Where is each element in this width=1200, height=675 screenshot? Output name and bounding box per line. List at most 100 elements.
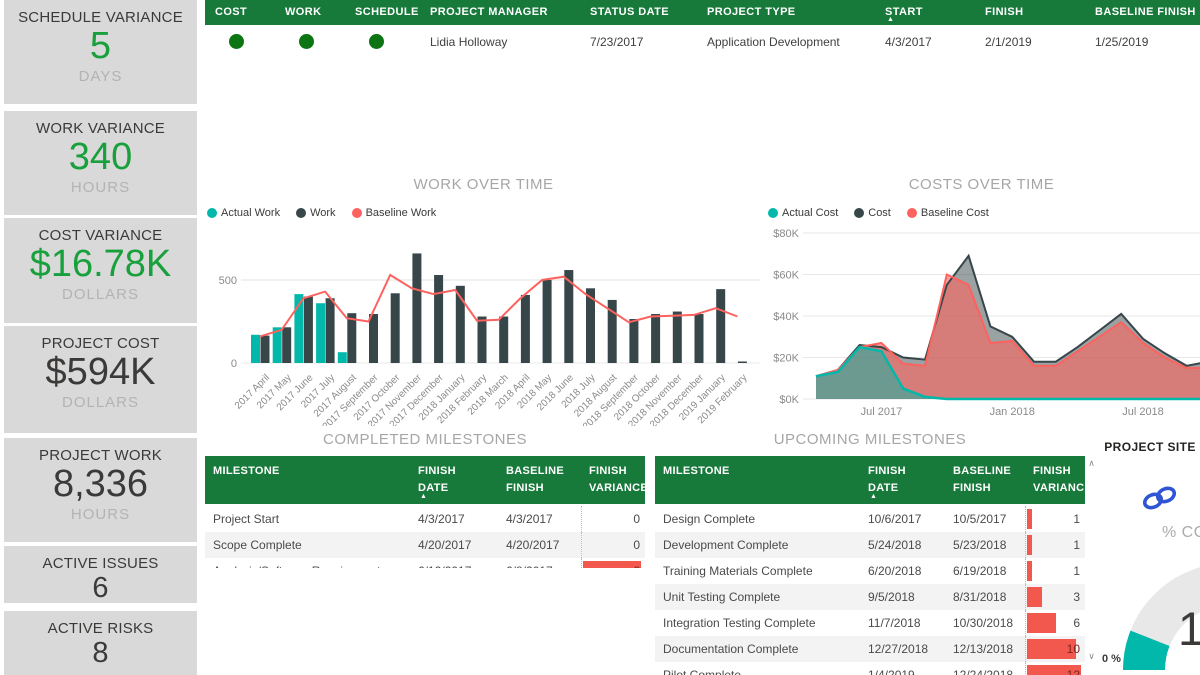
upcoming-milestones-scrollbar[interactable]: ∧ ∨ (1085, 456, 1098, 664)
table-cell: 12/13/2018 (945, 636, 1025, 662)
svg-text:$20K: $20K (773, 353, 799, 365)
column-header-finish-date[interactable]: FINISHDATE▲ (860, 456, 945, 504)
variance-value: 0 (633, 506, 640, 532)
legend-label: Baseline Work (366, 207, 437, 219)
column-header-cost[interactable]: COST (205, 0, 275, 25)
scroll-up-icon[interactable]: ∧ (1085, 458, 1098, 469)
kpi-title: SCHEDULE VARIANCE (4, 0, 197, 26)
kpi-value: 340 (4, 138, 197, 178)
kpi-card-cost-variance[interactable]: COST VARIANCE$16.78KDOLLARS (4, 218, 197, 323)
table-cell: 5/23/2018 (945, 532, 1025, 558)
legend-dot-icon (296, 208, 306, 218)
variance-bar (1027, 587, 1042, 607)
sort-ascending-icon: ▲ (420, 492, 427, 503)
column-header-schedule[interactable]: SCHEDULE (345, 0, 420, 25)
variance-bar (1027, 561, 1032, 581)
legend-item-cost[interactable]: Cost (854, 207, 891, 219)
variance-value: 1 (1073, 532, 1080, 558)
table-cell: 4/20/2017 (410, 532, 498, 558)
column-header-milestone[interactable]: MILESTONE (655, 456, 860, 504)
kpi-card-project-work[interactable]: PROJECT WORK8,336HOURS (4, 438, 197, 542)
finish-variance-cell: 1 (1025, 532, 1085, 558)
milestone-row-unit-testing-complete[interactable]: Unit Testing Complete9/5/20188/31/20183 (655, 584, 1085, 610)
kpi-title: WORK VARIANCE (4, 111, 197, 137)
costs-over-time-chart[interactable]: $0K$20K$40K$60K$80KJul 2017Jan 2018Jul 2… (763, 222, 1200, 427)
column-header-work[interactable]: WORK (275, 0, 345, 25)
green-status-dot-icon (229, 34, 244, 49)
milestone-row-development-complete[interactable]: Development Complete5/24/20185/23/20181 (655, 532, 1085, 558)
finish-variance-cell: 1 (1025, 506, 1085, 532)
table-cell: 5/24/2018 (860, 532, 945, 558)
kpi-title: ACTIVE RISKS (4, 611, 197, 637)
kpi-card-project-cost[interactable]: PROJECT COST$594KDOLLARS (4, 326, 197, 433)
legend-dot-icon (907, 208, 917, 218)
legend-label: Work (310, 207, 335, 219)
table-cell: 12/24/2018 (945, 662, 1025, 675)
column-header-finish-date[interactable]: FINISHDATE▲ (410, 456, 498, 504)
milestone-row-documentation-complete[interactable]: Documentation Complete12/27/201812/13/20… (655, 636, 1085, 662)
work-chart-legend: Actual Work Work Baseline Work (207, 207, 436, 219)
milestone-table-header: MILESTONEFINISHDATE▲BASELINEFINISHFINISH… (205, 456, 645, 506)
milestone-row-integration-testing-complete[interactable]: Integration Testing Complete11/7/201810/… (655, 610, 1085, 636)
kpi-card-work-variance[interactable]: WORK VARIANCE340HOURS (4, 111, 197, 215)
table-cell: 4/3/2017 (410, 506, 498, 532)
costs-over-time-title: COSTS OVER TIME (763, 176, 1200, 193)
milestone-row-pilot-complete[interactable]: Pilot Complete1/4/201912/24/201812 (655, 662, 1085, 675)
link-icon[interactable] (1141, 484, 1179, 512)
green-status-dot-icon (299, 34, 314, 49)
table-cell: 8/31/2018 (945, 584, 1025, 610)
table-cell: Project Start (205, 506, 410, 532)
milestone-row-scope-complete[interactable]: Scope Complete4/20/20174/20/20170 (205, 532, 645, 558)
table-cell: Unit Testing Complete (655, 584, 860, 610)
milestone-row-analysis-software-requirement[interactable]: Analysis/Software Requirement ...6/12/20… (205, 558, 645, 568)
column-header-start[interactable]: START▲ (875, 0, 975, 25)
column-header-project-manager[interactable]: PROJECT MANAGER (420, 0, 580, 25)
legend-item-baseline-work[interactable]: Baseline Work (352, 207, 437, 219)
legend-item-actual-work[interactable]: Actual Work (207, 207, 280, 219)
kpi-value: $16.78K (4, 245, 197, 285)
column-header-project-type[interactable]: PROJECT TYPE (697, 0, 875, 25)
column-header-baseline-finish[interactable]: BASELINE FINISH (1085, 0, 1200, 25)
table-cell: 6/12/2017 (410, 558, 498, 568)
kpi-card-active-issues[interactable]: ACTIVE ISSUES6 (4, 546, 197, 603)
variance-bar (583, 561, 641, 568)
legend-label: Actual Work (221, 207, 280, 219)
kpi-card-active-risks[interactable]: ACTIVE RISKS8 (4, 611, 197, 675)
table-cell: 4/3/2017 (498, 506, 581, 532)
kpi-value: $594K (4, 353, 197, 393)
legend-item-work[interactable]: Work (296, 207, 335, 219)
project-table-row[interactable]: Lidia Holloway7/23/2017Application Devel… (205, 27, 1200, 57)
milestone-row-design-complete[interactable]: Design Complete10/6/201710/5/20171 (655, 506, 1085, 532)
table-cell: 6/8/2017 (498, 558, 581, 568)
legend-dot-icon (768, 208, 778, 218)
work-over-time-title: WORK OVER TIME (205, 176, 762, 193)
kpi-card-schedule-variance[interactable]: SCHEDULE VARIANCE5DAYS (4, 0, 197, 104)
column-header-status-date[interactable]: STATUS DATE (580, 0, 697, 25)
milestone-row-training-materials-complete[interactable]: Training Materials Complete6/20/20186/19… (655, 558, 1085, 584)
table-cell: 9/5/2018 (860, 584, 945, 610)
work-over-time-chart[interactable]: 05002017 April2017 May2017 June2017 July… (205, 228, 762, 426)
kpi-unit: DOLLARS (4, 394, 197, 411)
column-header-finish-variance[interactable]: FINISHVARIANCE (1025, 456, 1085, 504)
legend-item-actual-cost[interactable]: Actual Cost (768, 207, 838, 219)
table-cell: 6/20/2018 (860, 558, 945, 584)
legend-dot-icon (207, 208, 217, 218)
legend-item-baseline-cost[interactable]: Baseline Cost (907, 207, 989, 219)
column-header-finish[interactable]: FINISH (975, 0, 1085, 25)
finish-variance-cell: 3 (1025, 584, 1085, 610)
column-header-baseline-finish[interactable]: BASELINEFINISH (945, 456, 1025, 504)
kpi-value: 8,336 (4, 465, 197, 505)
column-header-baseline-finish[interactable]: BASELINEFINISH (498, 456, 581, 504)
table-cell: 1/25/2019 (1085, 27, 1200, 57)
scroll-down-icon[interactable]: ∨ (1085, 651, 1098, 662)
milestone-row-project-start[interactable]: Project Start4/3/20174/3/20170 (205, 506, 645, 532)
column-header-milestone[interactable]: MILESTONE (205, 456, 410, 504)
kpi-title: COST VARIANCE (4, 218, 197, 244)
variance-value: 0 (633, 532, 640, 558)
svg-text:Jul 2018: Jul 2018 (1122, 406, 1164, 418)
kpi-unit: HOURS (4, 506, 197, 523)
variance-value: 12 (1067, 662, 1080, 675)
sort-ascending-icon: ▲ (870, 492, 877, 503)
column-header-finish-variance[interactable]: FINISHVARIANCE (581, 456, 645, 504)
variance-value: 2 (633, 558, 640, 568)
